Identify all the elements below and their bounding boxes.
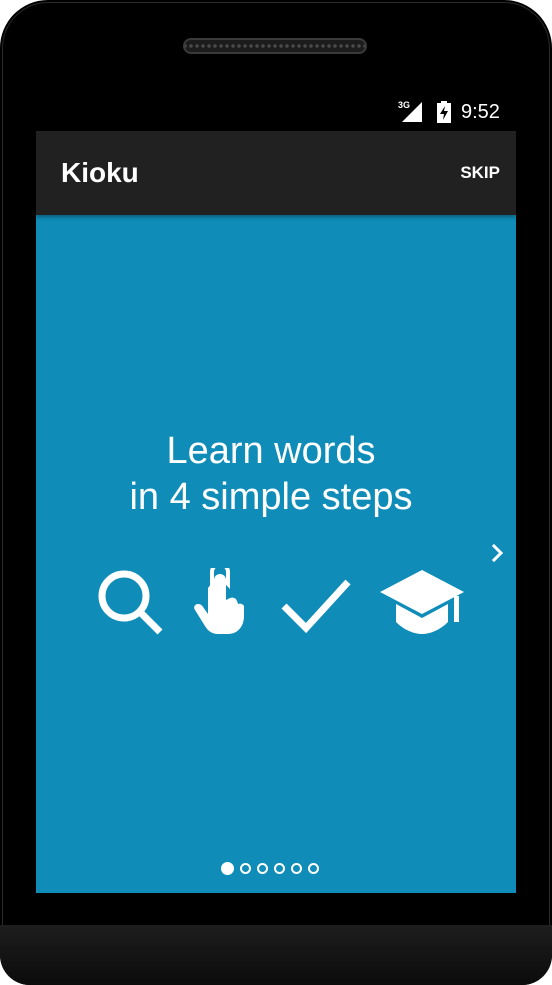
phone-chin xyxy=(0,925,552,985)
status-bar: 3G 9:52 xyxy=(36,96,516,130)
app-bar: Kioku SKIP xyxy=(36,131,516,215)
headline-line-1: Learn words xyxy=(166,430,376,472)
status-clock: 9:52 xyxy=(461,101,500,123)
search-icon xyxy=(98,570,163,635)
chevron-right-icon[interactable] xyxy=(488,541,508,565)
skip-button[interactable]: SKIP xyxy=(460,163,500,183)
intro-headline: Learn words in 4 simple steps xyxy=(36,428,506,520)
page-dot-6[interactable] xyxy=(308,863,319,874)
page-indicator xyxy=(221,862,325,879)
phone-frame: 3G 9:52 Kioku SKIP Learn words in 4 simp… xyxy=(0,0,552,985)
app-title: Kioku xyxy=(61,157,139,188)
signal-icon xyxy=(402,102,422,122)
graduation-cap-icon xyxy=(380,570,464,634)
battery-charging-icon xyxy=(437,101,451,123)
touch-icon xyxy=(194,568,244,634)
app-screen: Kioku SKIP Learn words in 4 simple steps xyxy=(36,131,516,893)
phone-speaker xyxy=(183,38,367,54)
check-icon xyxy=(281,579,351,634)
page-dot-1[interactable] xyxy=(221,862,234,875)
headline-line-2: in 4 simple steps xyxy=(129,476,413,518)
page-dot-4[interactable] xyxy=(274,863,285,874)
page-dot-3[interactable] xyxy=(257,863,268,874)
page-dot-2[interactable] xyxy=(240,863,251,874)
page-dot-5[interactable] xyxy=(291,863,302,874)
